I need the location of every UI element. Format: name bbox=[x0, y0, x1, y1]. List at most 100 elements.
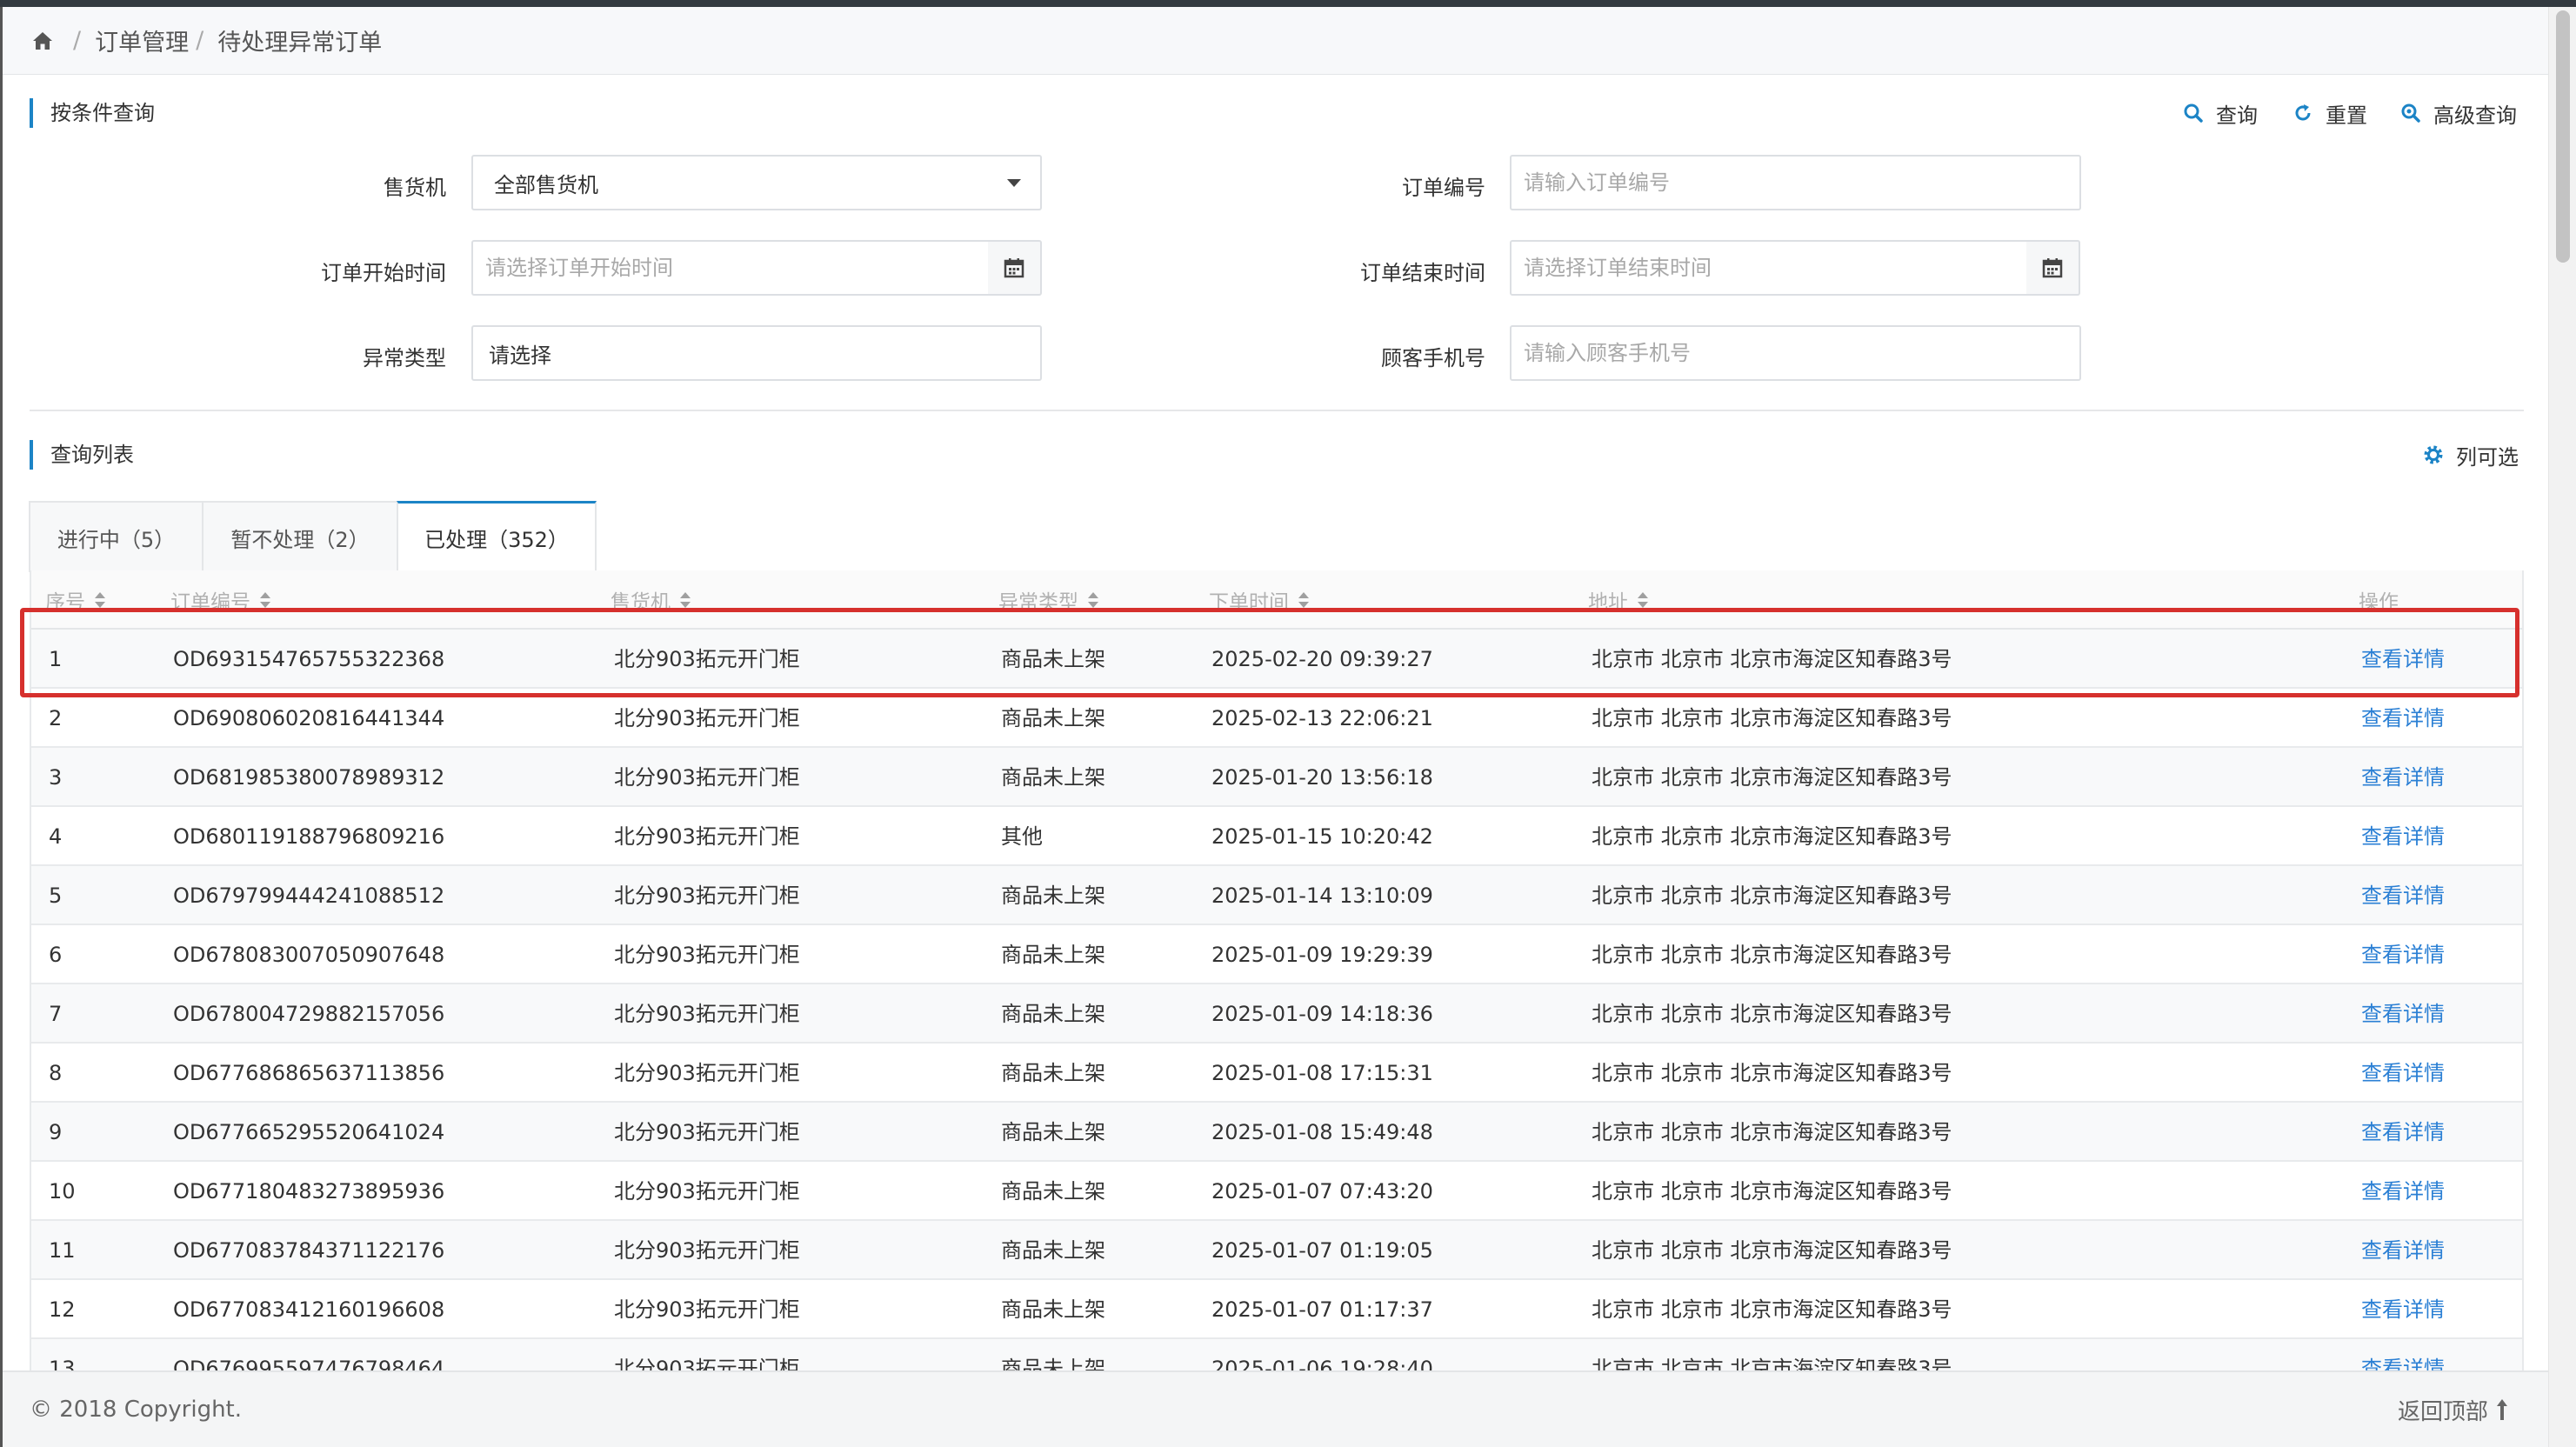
table-row: 11 OD677083784371122176 北分903拓元开门柜 商品未上架 202… bbox=[31, 1221, 2522, 1280]
search-icon bbox=[2184, 103, 2203, 123]
end-time-label: 订单结束时间 bbox=[1360, 261, 1485, 285]
cell-order-no: OD678083007050907648 bbox=[173, 943, 445, 967]
column-header-machine[interactable]: 售货机 bbox=[611, 585, 691, 615]
section-divider bbox=[30, 410, 2524, 411]
column-toggle-label: 列可选 bbox=[2456, 444, 2519, 470]
table-row: 13 OD676995597476798464 北分903拓元开门柜 商品未上架 202… bbox=[31, 1339, 2522, 1370]
table-row: 6 OD678083007050907648 北分903拓元开门柜 商品未上架 2025… bbox=[31, 925, 2522, 984]
list-section-title: 查询列表 bbox=[30, 440, 134, 470]
column-header-address[interactable]: 地址 bbox=[1588, 585, 1649, 615]
cell-machine: 北分903拓元开门柜 bbox=[614, 1297, 800, 1322]
refresh-icon bbox=[2295, 104, 2311, 121]
cell-time: 2025-01-15 10:20:42 bbox=[1211, 824, 1433, 849]
view-detail-link[interactable]: 查看详情 bbox=[2361, 1221, 2445, 1280]
vending-machine-select[interactable]: 全部售货机 bbox=[471, 155, 1042, 210]
table-row: 9 OD677665295520641024 北分903拓元开门柜 商品未上架 2025… bbox=[31, 1103, 2522, 1162]
column-header-action: 操作 bbox=[2359, 585, 2399, 615]
cell-no: 4 bbox=[49, 824, 63, 849]
sort-icon bbox=[680, 592, 691, 608]
view-detail-link[interactable]: 查看详情 bbox=[2361, 748, 2445, 807]
cell-time: 2025-01-08 17:15:31 bbox=[1211, 1061, 1433, 1085]
tab-processed[interactable]: 已处理（352） bbox=[397, 501, 597, 572]
view-detail-link[interactable]: 查看详情 bbox=[2361, 689, 2445, 748]
cell-type: 商品未上架 bbox=[1001, 1061, 1105, 1085]
cell-machine: 北分903拓元开门柜 bbox=[614, 706, 800, 730]
view-detail-link[interactable]: 查看详情 bbox=[2361, 925, 2445, 984]
cell-type: 商品未上架 bbox=[1001, 1002, 1105, 1026]
cell-no: 1 bbox=[49, 647, 63, 671]
cell-type: 商品未上架 bbox=[1001, 1238, 1105, 1263]
sort-icon bbox=[260, 592, 270, 608]
view-detail-link[interactable]: 查看详情 bbox=[2361, 807, 2445, 866]
home-icon[interactable] bbox=[31, 30, 54, 52]
column-header-no[interactable]: 序号 bbox=[45, 585, 106, 615]
cell-no: 2 bbox=[49, 706, 63, 730]
advanced-query-button-label: 高级查询 bbox=[2433, 103, 2517, 128]
cell-address: 北京市 北京市 北京市海淀区知春路3号 bbox=[1592, 1357, 1952, 1370]
order-no-input[interactable] bbox=[1510, 155, 2081, 210]
column-header-label: 地址 bbox=[1588, 591, 1628, 614]
sort-icon bbox=[1638, 592, 1648, 608]
start-time-calendar-button[interactable] bbox=[988, 240, 1042, 296]
chevron-down-icon bbox=[1007, 179, 1021, 187]
advanced-query-button[interactable]: 高级查询 bbox=[2400, 98, 2517, 128]
cell-no: 7 bbox=[49, 1002, 63, 1026]
end-time-input[interactable] bbox=[1510, 240, 2028, 296]
view-detail-link[interactable]: 查看详情 bbox=[2361, 1162, 2445, 1221]
footer: © 2018 Copyright. 返回顶部 bbox=[3, 1370, 2548, 1447]
cell-address: 北京市 北京市 北京市海淀区知春路3号 bbox=[1592, 647, 1952, 671]
cell-order-no: OD690806020816441344 bbox=[173, 706, 445, 730]
view-detail-link[interactable]: 查看详情 bbox=[2361, 984, 2445, 1044]
cell-time: 2025-02-13 22:06:21 bbox=[1211, 706, 1433, 730]
end-time-calendar-button[interactable] bbox=[2026, 240, 2080, 296]
start-time-label: 订单开始时间 bbox=[321, 261, 446, 285]
column-header-label: 序号 bbox=[45, 591, 85, 614]
cell-machine: 北分903拓元开门柜 bbox=[614, 647, 800, 671]
view-detail-link[interactable]: 查看详情 bbox=[2361, 1044, 2445, 1103]
arrow-up-icon bbox=[2497, 1399, 2507, 1420]
view-detail-link[interactable]: 查看详情 bbox=[2361, 1103, 2445, 1162]
column-header-time[interactable]: 下单时间 bbox=[1209, 585, 1310, 615]
cell-time: 2025-01-14 13:10:09 bbox=[1211, 884, 1433, 908]
top-bar bbox=[0, 0, 2576, 7]
cell-order-no: OD677686865637113856 bbox=[173, 1061, 445, 1085]
view-detail-link[interactable]: 查看详情 bbox=[2361, 866, 2445, 925]
view-detail-link[interactable]: 查看详情 bbox=[2361, 1280, 2445, 1339]
vending-machine-label: 售货机 bbox=[384, 176, 446, 200]
reset-button-label: 重置 bbox=[2326, 103, 2367, 128]
query-button[interactable]: 查询 bbox=[2183, 98, 2258, 128]
column-header-order-no[interactable]: 订单编号 bbox=[170, 585, 271, 615]
breadcrumb-item-order-management[interactable]: 订单管理 bbox=[95, 23, 189, 57]
start-time-input[interactable] bbox=[471, 240, 990, 296]
view-detail-link[interactable]: 查看详情 bbox=[2361, 1339, 2445, 1370]
column-toggle-button[interactable]: 列可选 bbox=[2423, 440, 2519, 470]
cell-order-no: OD677083412160196608 bbox=[173, 1297, 445, 1322]
column-header-label: 订单编号 bbox=[170, 591, 250, 614]
phone-input[interactable] bbox=[1510, 325, 2081, 381]
cell-machine: 北分903拓元开门柜 bbox=[614, 1179, 800, 1204]
column-header-label: 下单时间 bbox=[1209, 591, 1289, 614]
cell-type: 商品未上架 bbox=[1001, 943, 1105, 967]
breadcrumb-separator: / bbox=[196, 27, 204, 54]
column-header-type[interactable]: 异常类型 bbox=[998, 585, 1099, 615]
cell-order-no: OD676995597476798464 bbox=[173, 1357, 445, 1370]
cell-address: 北京市 北京市 北京市海淀区知春路3号 bbox=[1592, 884, 1952, 908]
tab-on-hold[interactable]: 暂不处理（2） bbox=[202, 501, 398, 572]
cell-address: 北京市 北京市 北京市海淀区知春路3号 bbox=[1592, 943, 1952, 967]
cell-no: 3 bbox=[49, 765, 63, 790]
scrollbar-thumb[interactable] bbox=[2556, 10, 2570, 263]
reset-button[interactable]: 重置 bbox=[2292, 98, 2367, 128]
tab-in-progress[interactable]: 进行中（5） bbox=[29, 501, 204, 572]
back-to-top-link[interactable]: 返回顶部 bbox=[2398, 1394, 2509, 1426]
exception-type-select[interactable]: 请选择 bbox=[471, 325, 1042, 381]
cell-machine: 北分903拓元开门柜 bbox=[614, 884, 800, 908]
back-to-top-label: 返回顶部 bbox=[2397, 1398, 2488, 1425]
view-detail-link[interactable]: 查看详情 bbox=[2361, 630, 2445, 689]
page-scrollbar[interactable] bbox=[2548, 7, 2576, 1447]
cell-machine: 北分903拓元开门柜 bbox=[614, 943, 800, 967]
search-section-title: 按条件查询 bbox=[30, 98, 155, 128]
cell-no: 9 bbox=[49, 1120, 63, 1144]
cell-no: 10 bbox=[49, 1179, 76, 1204]
sort-icon bbox=[95, 592, 105, 608]
cell-order-no: OD681985380078989312 bbox=[173, 765, 445, 790]
